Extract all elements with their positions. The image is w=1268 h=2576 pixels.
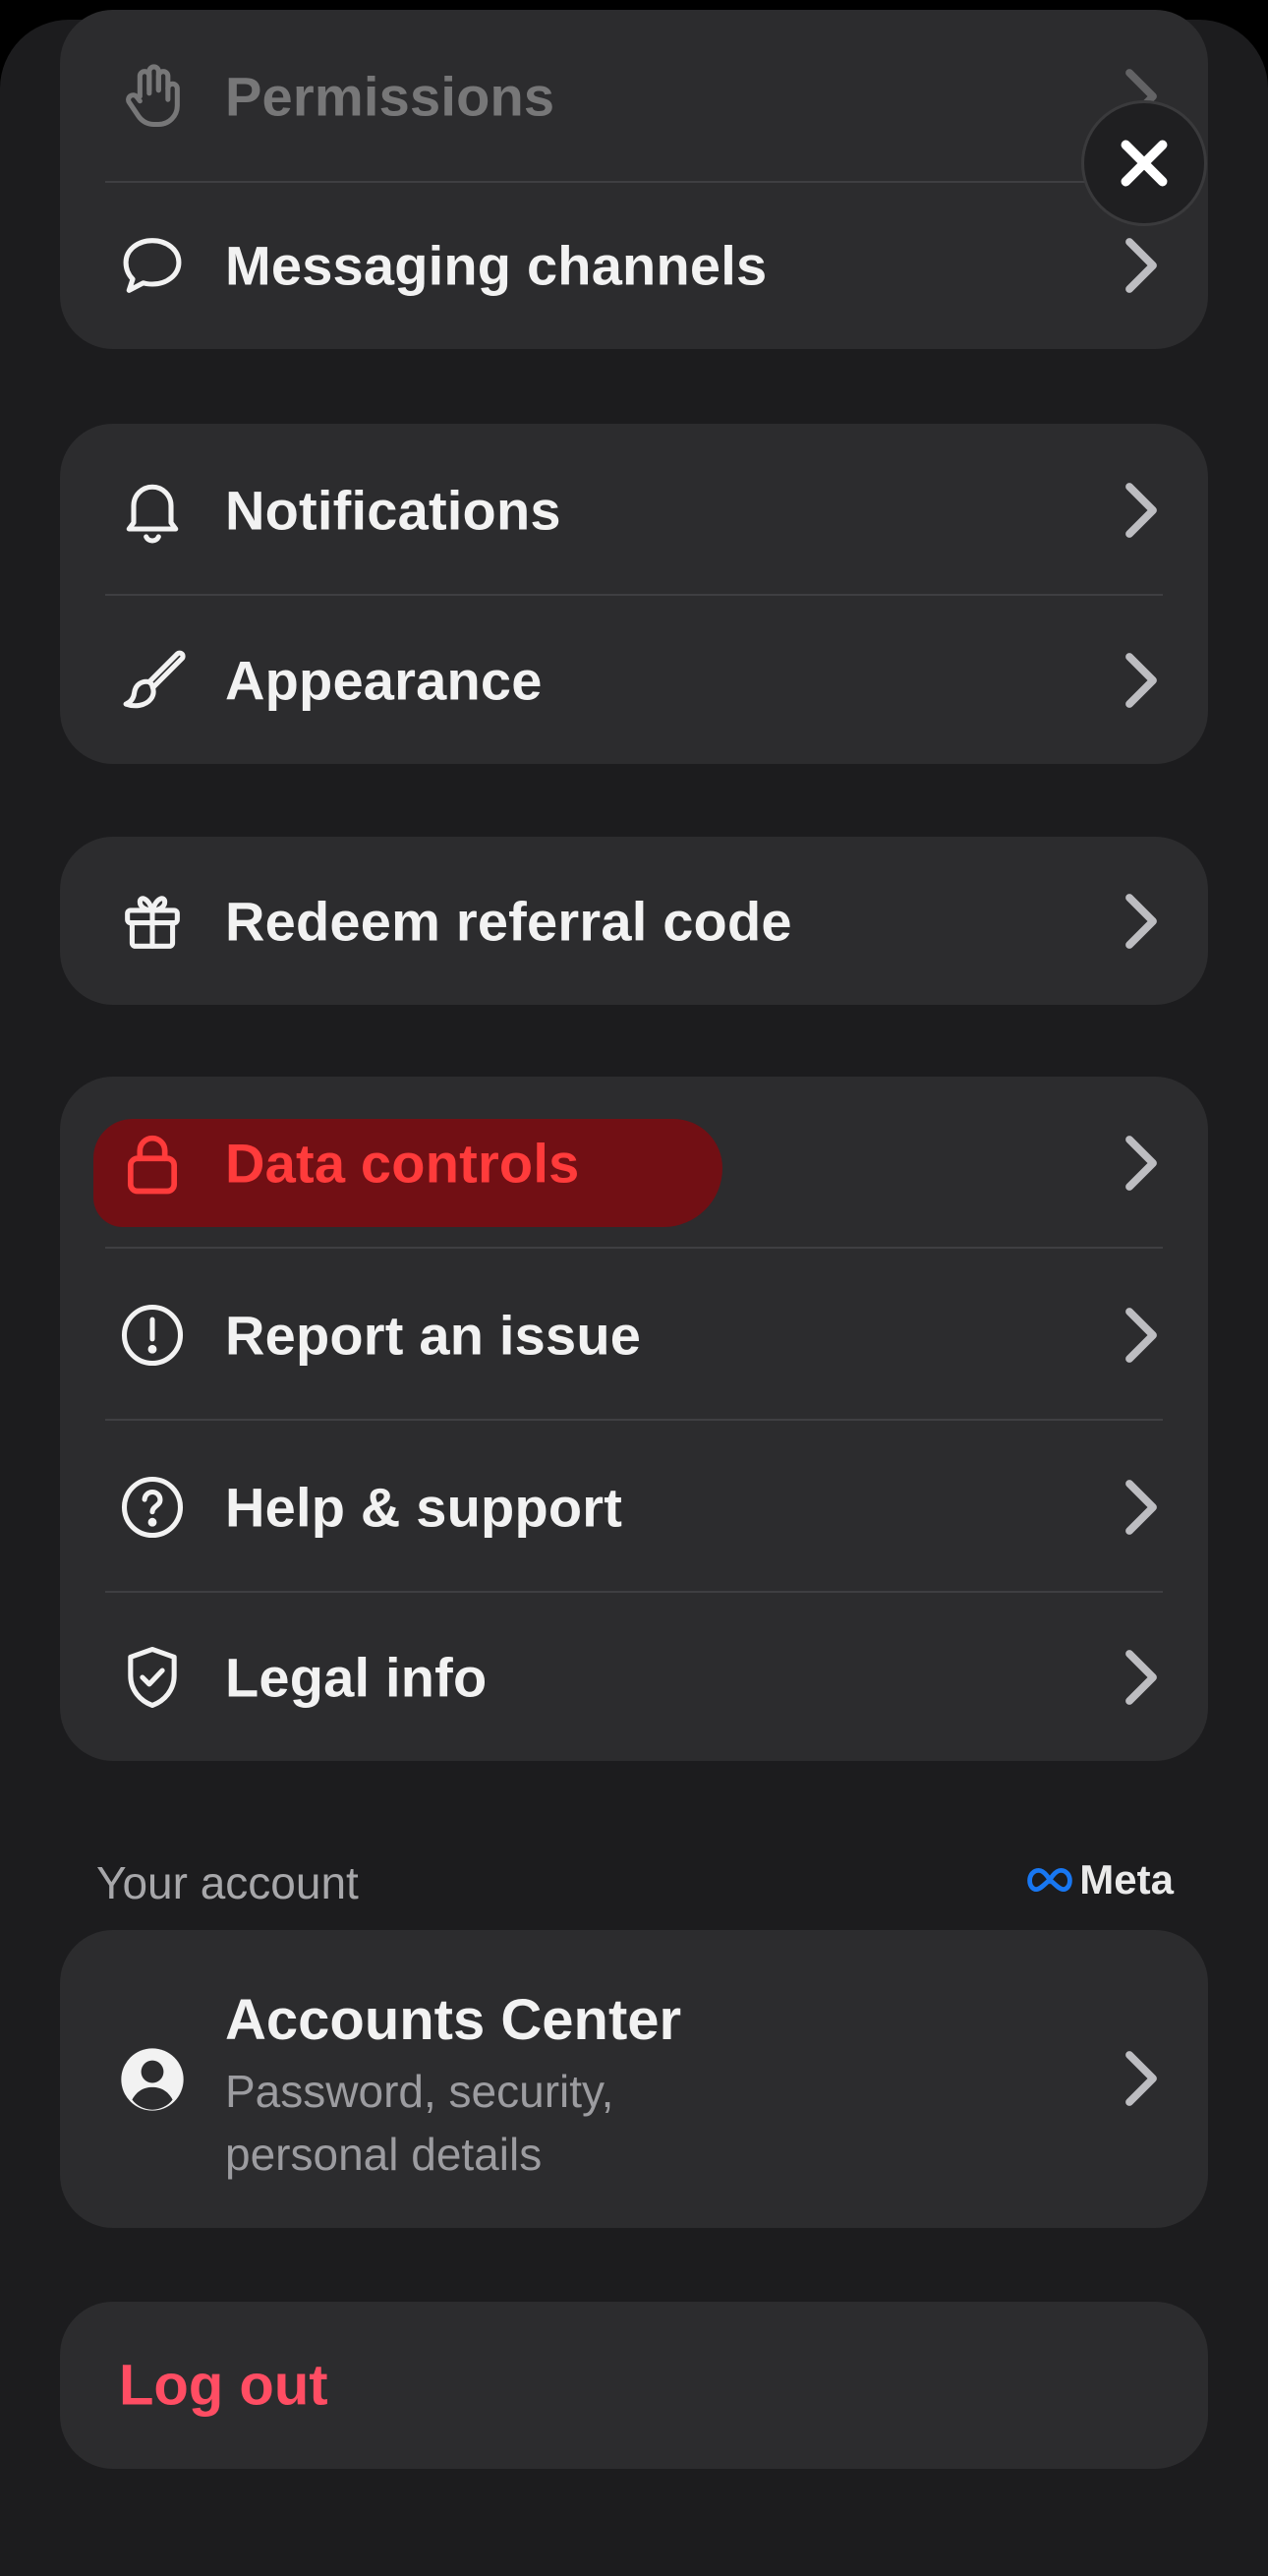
exclamation-circle-icon — [115, 1298, 190, 1373]
question-circle-icon — [115, 1470, 190, 1545]
chat-bubble-icon — [115, 228, 190, 303]
logout-card[interactable]: Log out — [60, 2302, 1208, 2469]
paintbrush-icon — [115, 643, 190, 718]
redeem-referral-label: Redeem referral code — [225, 890, 792, 952]
logout-button[interactable]: Log out — [119, 2353, 328, 2419]
privacy-card: Permissions Messaging channels — [60, 10, 1208, 349]
notifications-label: Notifications — [225, 479, 561, 541]
notifications-item[interactable]: Notifications — [60, 424, 1208, 596]
appearance-label: Appearance — [225, 649, 543, 711]
chevron-right-icon — [1125, 1307, 1157, 1363]
help-support-item[interactable]: Help & support — [60, 1421, 1208, 1593]
meta-logo: Meta — [1026, 1856, 1174, 1903]
chevron-right-icon — [1125, 893, 1157, 949]
report-issue-label: Report an issue — [225, 1304, 642, 1366]
meta-label: Meta — [1079, 1856, 1174, 1903]
redeem-referral-item[interactable]: Redeem referral code — [60, 837, 1208, 1005]
settings-sheet: Permissions Messaging channels Notificat… — [0, 10, 1268, 2576]
accounts-center-card[interactable]: Accounts Center Password, security, pers… — [60, 1930, 1208, 2228]
preferences-card: Notifications Appearance — [60, 424, 1208, 764]
chevron-right-icon — [1125, 1135, 1157, 1191]
chevron-right-icon — [1125, 238, 1157, 293]
permissions-item[interactable]: Permissions — [60, 10, 1208, 182]
permissions-label: Permissions — [225, 65, 555, 127]
help-support-label: Help & support — [225, 1476, 623, 1538]
support-card: Data controls Report an issue Help & sup… — [60, 1077, 1208, 1761]
data-controls-item[interactable]: Data controls — [60, 1077, 1208, 1249]
chevron-right-icon — [1125, 1479, 1157, 1535]
chevron-right-icon — [1125, 1649, 1157, 1705]
shield-check-icon — [115, 1640, 190, 1715]
report-issue-item[interactable]: Report an issue — [60, 1249, 1208, 1421]
chevron-right-icon — [1125, 2051, 1157, 2106]
your-account-heading: Your account — [96, 1857, 359, 1908]
hand-icon — [115, 59, 190, 134]
referral-card: Redeem referral code — [60, 837, 1208, 1005]
lock-icon — [115, 1126, 190, 1200]
person-circle-icon — [115, 2042, 190, 2117]
gift-icon — [115, 884, 190, 959]
close-icon — [1121, 140, 1168, 187]
legal-info-item[interactable]: Legal info — [60, 1593, 1208, 1761]
bell-icon — [115, 473, 190, 548]
messaging-channels-item[interactable]: Messaging channels — [60, 182, 1208, 349]
appearance-item[interactable]: Appearance — [60, 596, 1208, 764]
meta-infinity-icon — [1027, 1867, 1073, 1893]
accounts-center-title: Accounts Center — [225, 1988, 682, 2052]
data-controls-label: Data controls — [225, 1132, 580, 1194]
close-button[interactable] — [1081, 100, 1207, 226]
messaging-channels-label: Messaging channels — [225, 234, 768, 297]
chevron-right-icon — [1125, 652, 1157, 708]
legal-info-label: Legal info — [225, 1646, 488, 1708]
chevron-right-icon — [1125, 482, 1157, 538]
accounts-center-subtitle: Password, security, personal details — [225, 2066, 614, 2180]
